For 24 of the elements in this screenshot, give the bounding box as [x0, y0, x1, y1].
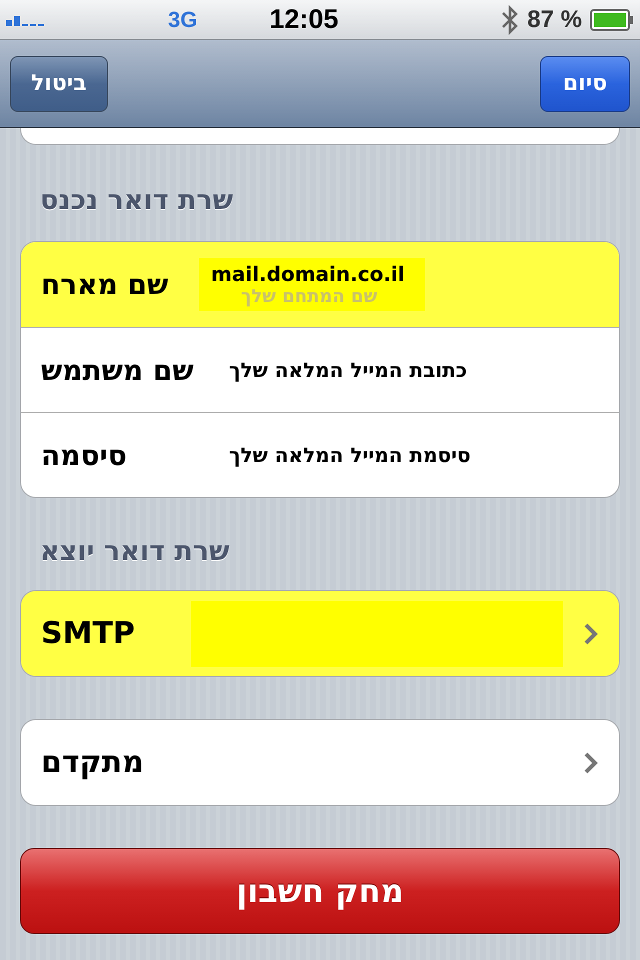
row-label: שם משתמש — [41, 354, 195, 386]
clock: 12:05 — [269, 4, 338, 35]
network-label: 3G — [168, 6, 198, 32]
done-button[interactable]: סיום — [540, 56, 630, 112]
cancel-button[interactable]: ביטול — [10, 56, 108, 112]
field-value[interactable]: כתובת המייל המלאה שלך — [229, 358, 468, 382]
row-label: מתקדם — [41, 745, 144, 780]
settings-row[interactable]: מתקדם — [21, 720, 619, 805]
section-header: שרת דואר נכנס — [39, 185, 234, 218]
battery-icon — [590, 8, 634, 30]
field-hint: שם המתחם שלך — [240, 286, 378, 307]
settings-row[interactable]: SMTP — [21, 591, 619, 676]
field-value[interactable]: mail.domain.co.il — [211, 262, 405, 286]
row-label: SMTP — [41, 616, 135, 651]
battery-percent: 87 % — [527, 6, 582, 34]
field-value[interactable]: סיסמת המייל המלאה שלך — [229, 443, 471, 467]
row-label: סיסמה — [41, 438, 128, 472]
section-header: שרת דואר יוצא — [39, 536, 231, 569]
chevron-icon — [583, 750, 599, 774]
chevron-icon — [583, 622, 599, 646]
settings-row[interactable]: סיסמה סיסמת המייל המלאה שלך — [21, 412, 619, 497]
delete-account-button[interactable]: מחק חשבון — [20, 848, 620, 934]
bluetooth-icon — [501, 4, 520, 34]
settings-row[interactable]: שם משתמש כתובת המייל המלאה שלך — [21, 327, 619, 412]
